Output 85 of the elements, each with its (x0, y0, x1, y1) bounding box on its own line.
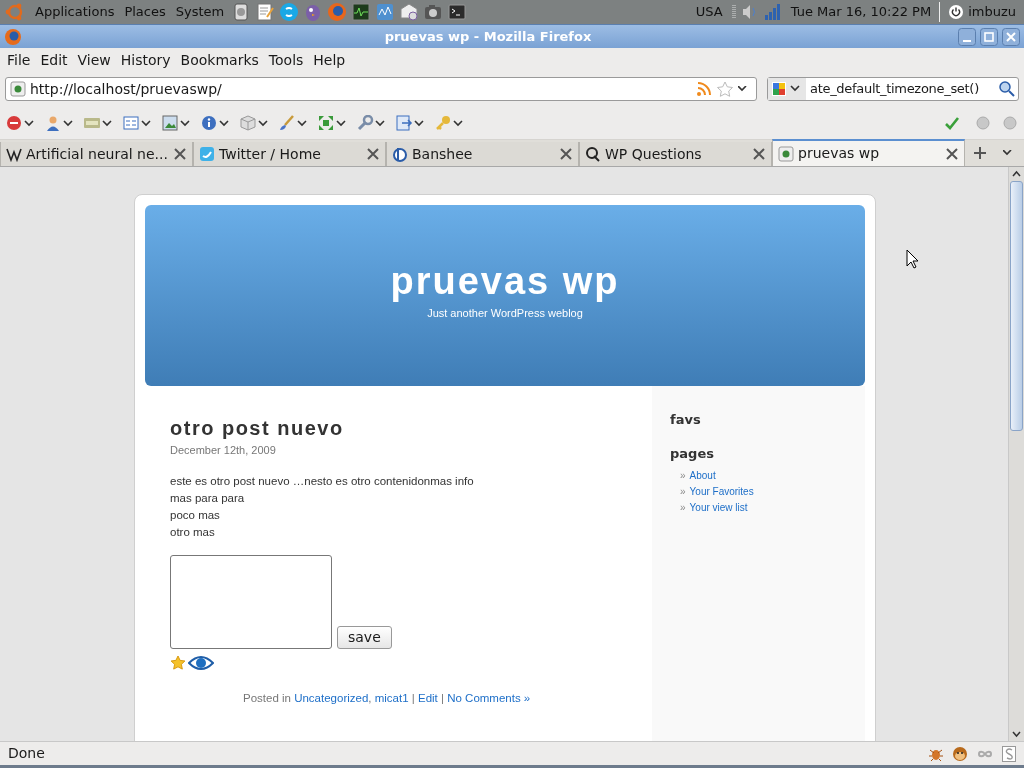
sidebar-link[interactable]: Your view list (689, 500, 748, 516)
menu-item[interactable]: View (72, 49, 116, 71)
status-text: Done (8, 744, 46, 763)
search-bar[interactable]: ate_default_timezone_set() (767, 77, 1019, 101)
post-text: poco mas (170, 507, 221, 523)
cube-menu-icon[interactable] (240, 114, 268, 131)
bullet-mark: » (680, 485, 686, 499)
panel-menu[interactable]: Places (119, 2, 171, 22)
bullet-mark: » (680, 469, 686, 483)
rss-feed-icon[interactable] (696, 81, 712, 97)
tab-list-caret-icon[interactable] (1003, 150, 1013, 156)
wrench-menu-icon[interactable] (357, 114, 385, 131)
maximize-icon[interactable] (980, 27, 998, 46)
star-icon[interactable] (170, 654, 186, 671)
window-title: pruevas wp - Mozilla Firefox (383, 27, 593, 46)
page-icon[interactable] (10, 81, 26, 97)
post-meta-link[interactable]: micat1 (374, 691, 409, 704)
star-icon[interactable] (716, 81, 734, 97)
address-bar[interactable]: http://localhost/pruevaswp/ (5, 77, 757, 101)
brush-menu-icon[interactable] (279, 114, 307, 131)
scrollbar-thumb[interactable] (1010, 181, 1023, 431)
image-menu-icon[interactable] (162, 114, 190, 131)
menu-item[interactable]: History (115, 49, 176, 71)
text-area[interactable] (170, 554, 332, 649)
sidebar-link[interactable]: Your Favorites (689, 484, 754, 500)
post-title[interactable]: otro post nuevo (170, 416, 652, 440)
minimize-icon[interactable] (958, 27, 976, 46)
browser-tab[interactable]: WP Questions (579, 142, 772, 166)
panel-menu[interactable]: System (170, 2, 230, 22)
close-icon[interactable] (752, 147, 766, 161)
monitor-icon[interactable] (351, 2, 372, 22)
save-button[interactable]: save (337, 625, 392, 649)
close-icon[interactable] (366, 147, 380, 161)
form-menu-icon[interactable] (123, 114, 151, 131)
resize-arrows-menu-icon[interactable] (318, 114, 346, 131)
person-menu-icon[interactable] (45, 114, 73, 131)
menu-item[interactable]: Help (308, 49, 351, 71)
menu-item[interactable]: File (2, 49, 36, 71)
post-meta-link[interactable]: Edit (417, 691, 438, 704)
blog-tagline: Just another WordPress weblog (427, 306, 583, 321)
widget-title: favs (670, 411, 702, 429)
close-icon[interactable] (1002, 27, 1020, 46)
search-engine-icon[interactable] (768, 78, 806, 100)
browser-tab[interactable]: Twitter / Home (193, 142, 386, 166)
bullet-mark: » (680, 501, 686, 515)
widget-title: pages (670, 444, 715, 463)
browser-tab[interactable]: Banshee (386, 142, 579, 166)
user-name[interactable]: imbuzu (968, 2, 1020, 22)
terminal-icon[interactable] (447, 2, 468, 22)
new-tab-icon[interactable] (972, 145, 988, 161)
menu-item[interactable]: Bookmarks (175, 49, 264, 71)
key-menu-icon[interactable] (435, 114, 463, 131)
page-icon (778, 145, 794, 162)
notepad-icon[interactable] (255, 2, 276, 22)
close-icon[interactable] (945, 146, 959, 161)
clock[interactable]: Tue Mar 16, 10:22 PM (786, 2, 941, 22)
post-meta: Posted in Uncategorized, micat1 | Edit | No Comments » (242, 690, 532, 706)
keyboard-layout[interactable]: USA (695, 2, 723, 22)
scrollbar[interactable] (1008, 167, 1024, 741)
post-meta-link[interactable]: No Comments » (447, 691, 531, 704)
monkey-face-icon[interactable] (952, 745, 968, 762)
menu-item[interactable]: Tools (263, 49, 309, 71)
sidebar-link[interactable]: About (689, 468, 716, 484)
post-text: mas para para (170, 490, 246, 506)
dropdown-caret-icon[interactable] (738, 86, 748, 92)
close-icon[interactable] (559, 147, 573, 161)
camera-icon[interactable] (423, 2, 444, 22)
post-text: otro mas (170, 524, 216, 540)
power-icon[interactable] (948, 4, 965, 20)
chart-icon[interactable] (375, 2, 396, 22)
circle-logo-icon (392, 146, 408, 162)
panel-menu[interactable]: Applications (30, 2, 120, 22)
w-logo-icon (6, 146, 22, 162)
search-icon[interactable] (998, 80, 1016, 98)
close-icon[interactable] (173, 147, 187, 161)
mouse-cursor-icon (906, 249, 920, 269)
eye-icon[interactable] (188, 654, 214, 671)
source-window-menu-icon[interactable] (396, 114, 424, 131)
browser-tab[interactable]: pruevas wp (772, 139, 965, 166)
disable-menu-icon[interactable] (6, 114, 34, 131)
information-menu-icon[interactable] (201, 114, 229, 131)
post-text: este es otro post nuevo …nesto es otro contenidonmas info (170, 473, 475, 489)
browser-tab[interactable]: Artificial neural ne... (0, 142, 193, 166)
post-date: December 12th, 2009 (170, 443, 277, 458)
menu-item[interactable]: Edit (35, 49, 73, 71)
